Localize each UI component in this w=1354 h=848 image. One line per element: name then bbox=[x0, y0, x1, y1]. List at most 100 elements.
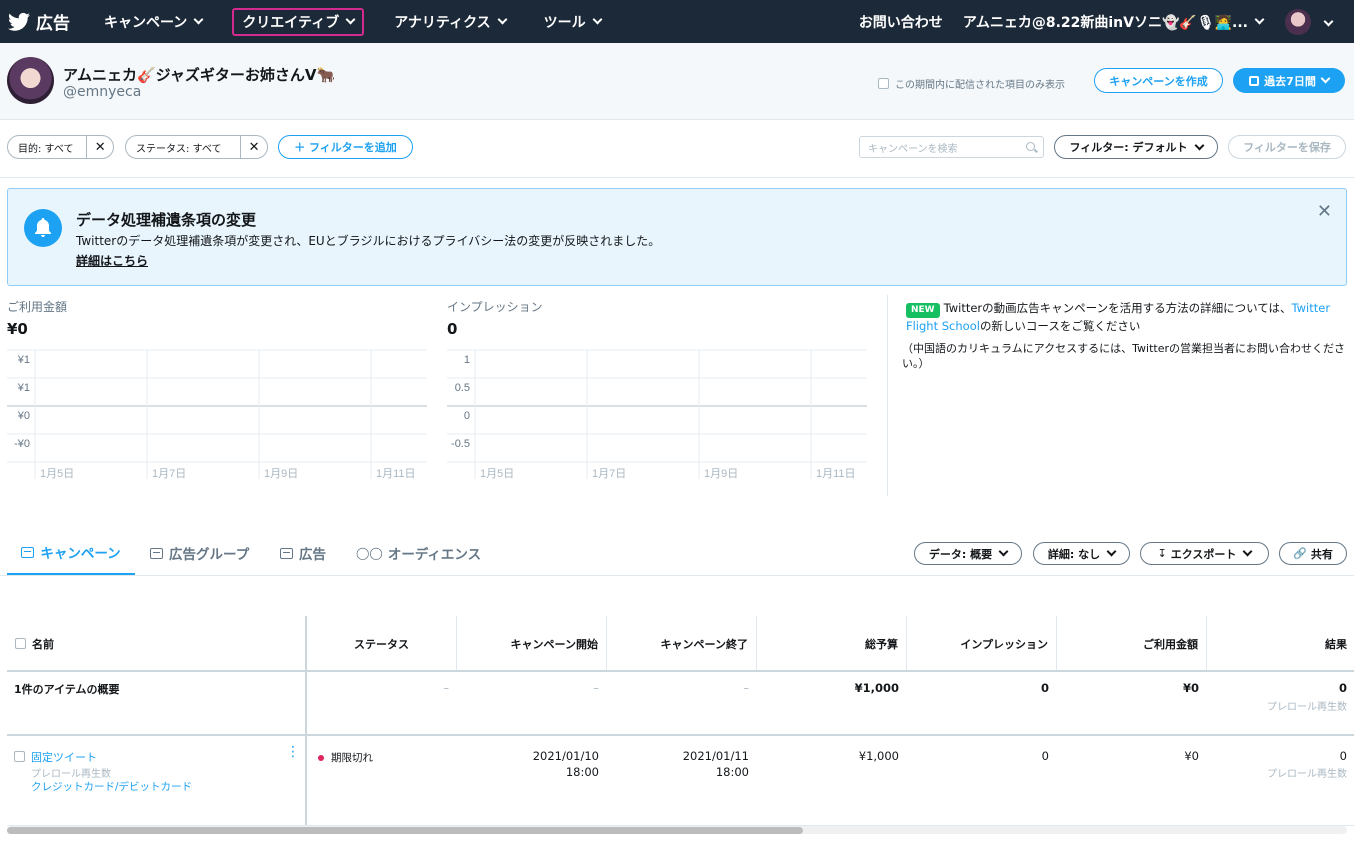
close-icon[interactable]: ✕ bbox=[241, 136, 267, 158]
end-date: 2021/01/11 bbox=[682, 749, 749, 763]
filter-bar: 目的: すべて ✕ ステータス: すべて ✕ ＋ フィルターを追加 キャンペーン… bbox=[0, 120, 1354, 178]
search-placeholder: キャンペーンを検索 bbox=[868, 143, 958, 155]
entity-tabs: キャンペーン 広告グループ 広告 ◯◯ オーディエンス データ: 概要 詳細: な… bbox=[0, 531, 1354, 576]
start-date: 2021/01/10 bbox=[532, 749, 599, 763]
account-switcher[interactable]: アムニェカ@8.22新曲inVソニ👻🎸🎙🧑‍💻... bbox=[962, 12, 1265, 32]
impressions-value: 0 bbox=[447, 320, 458, 338]
chevron-down-icon bbox=[998, 546, 1009, 557]
date-range-label: 過去7日間 bbox=[1264, 74, 1316, 88]
column-header-spend[interactable]: ご利用金額 bbox=[1057, 616, 1207, 671]
date-range-button[interactable]: 過去7日間 bbox=[1233, 68, 1345, 93]
tab-campaigns[interactable]: キャンペーン bbox=[7, 531, 135, 575]
tab-audiences-label: オーディエンス bbox=[387, 547, 482, 563]
save-filter-button[interactable]: フィルターを保存 bbox=[1228, 135, 1346, 159]
column-header-end[interactable]: キャンペーン終了 bbox=[607, 616, 757, 671]
chevron-down-icon bbox=[1242, 546, 1253, 557]
contact-link[interactable]: お問い合わせ bbox=[859, 12, 943, 32]
spend-value: ¥0 bbox=[7, 320, 28, 338]
column-header-status[interactable]: ステータス bbox=[307, 616, 457, 671]
row-impressions: 0 bbox=[1041, 749, 1049, 763]
campaign-name-link[interactable]: 固定ツイート bbox=[31, 749, 97, 765]
nav-tools-label: ツール bbox=[543, 14, 586, 31]
close-icon[interactable]: ✕ bbox=[87, 136, 113, 158]
funding-source-link[interactable]: クレジットカード/デビットカード bbox=[31, 779, 192, 794]
column-header-name[interactable]: 名前 bbox=[7, 616, 305, 671]
objective-filter-chip[interactable]: 目的: すべて ✕ bbox=[7, 135, 114, 159]
status-badge: 期限切れ bbox=[318, 750, 373, 765]
ad-group-icon bbox=[150, 547, 163, 559]
data-view-label: データ: 概要 bbox=[928, 547, 993, 561]
summary-end: – bbox=[743, 681, 749, 695]
checkbox[interactable] bbox=[878, 78, 889, 89]
select-all-checkbox[interactable] bbox=[15, 638, 26, 649]
column-header-results[interactable]: 結果 bbox=[1207, 616, 1354, 671]
nav-campaigns[interactable]: キャンペーン bbox=[96, 8, 210, 36]
column-header-start[interactable]: キャンペーン開始 bbox=[457, 616, 607, 671]
create-campaign-button[interactable]: キャンペーンを作成 bbox=[1094, 68, 1223, 93]
x-tick-label: 1月7日 bbox=[592, 468, 626, 480]
status-filter-chip[interactable]: ステータス: すべて ✕ bbox=[125, 135, 268, 159]
data-view-dropdown[interactable]: データ: 概要 bbox=[914, 542, 1022, 565]
nav-creatives-label: クリエイティブ bbox=[242, 14, 340, 31]
filter-default-label: フィルター: デフォルト bbox=[1069, 141, 1188, 154]
link-icon: 🔗 bbox=[1293, 547, 1307, 560]
y-tick-label: -0.5 bbox=[451, 438, 470, 450]
download-icon: ↧ bbox=[1157, 547, 1167, 560]
filter-default-dropdown[interactable]: フィルター: デフォルト bbox=[1054, 135, 1218, 159]
x-tick-label: 1月11日 bbox=[376, 468, 416, 480]
nav-tools[interactable]: ツール bbox=[536, 8, 609, 36]
y-tick-label: 1 bbox=[464, 354, 470, 366]
campaign-search-input[interactable]: キャンペーンを検索 bbox=[859, 136, 1044, 158]
end-time: 18:00 bbox=[715, 765, 749, 779]
tab-ads[interactable]: 広告 bbox=[280, 531, 326, 575]
promo-message: NEW Twitterの動画広告キャンペーンを活用する方法の詳細については、Twi… bbox=[906, 300, 1341, 334]
summary-label: 1件のアイテムの概要 bbox=[14, 683, 120, 696]
notice-learn-more-link[interactable]: 詳細はこちら bbox=[76, 252, 148, 269]
row-checkbox[interactable] bbox=[14, 751, 25, 762]
nav-creatives[interactable]: クリエイティブ bbox=[232, 7, 365, 36]
add-filter-button[interactable]: ＋ フィルターを追加 bbox=[278, 135, 413, 159]
divider bbox=[887, 295, 888, 496]
spend-chart: ¥1 ¥1 ¥0 -¥0 1月5日 1月7日 1月9日 1月11日 bbox=[7, 349, 427, 481]
account-switcher-label: アムニェカ@8.22新曲inVソニ👻🎸🎙🧑‍💻... bbox=[962, 14, 1248, 31]
people-icon: ◯◯ bbox=[356, 546, 383, 560]
row-results: 0 bbox=[1339, 749, 1347, 763]
period-only-checkbox[interactable]: この期間内に配信された項目のみ表示 bbox=[878, 76, 1065, 91]
summary-results: 0 bbox=[1338, 681, 1347, 695]
nav-analytics[interactable]: アナリティクス bbox=[386, 8, 513, 36]
x-tick-label: 1月5日 bbox=[40, 468, 74, 480]
row-spend: ¥0 bbox=[1184, 749, 1199, 763]
chevron-down-icon bbox=[345, 14, 356, 25]
tab-audiences[interactable]: ◯◯ オーディエンス bbox=[356, 531, 481, 575]
export-label: エクスポート bbox=[1170, 547, 1237, 561]
search-icon bbox=[1026, 142, 1035, 151]
chevron-down-icon bbox=[1254, 14, 1265, 25]
account-avatar bbox=[7, 57, 54, 104]
nav-campaigns-label: キャンペーン bbox=[104, 14, 188, 31]
promo-text-after: の新しいコースをご覧ください bbox=[979, 319, 1141, 333]
brand[interactable]: 広告 bbox=[8, 9, 70, 34]
chevron-down-icon[interactable] bbox=[1323, 16, 1334, 27]
objective-filter-label: 目的: すべて bbox=[8, 136, 88, 158]
breakdown-dropdown[interactable]: 詳細: なし bbox=[1033, 542, 1130, 565]
tab-ad-groups-label: 広告グループ bbox=[169, 547, 250, 563]
chevron-down-icon bbox=[497, 14, 508, 25]
share-button[interactable]: 🔗 共有 bbox=[1279, 542, 1347, 565]
x-tick-label: 1月5日 bbox=[480, 468, 514, 480]
summary-spend: ¥0 bbox=[1182, 681, 1199, 695]
export-dropdown[interactable]: ↧ エクスポート bbox=[1140, 542, 1269, 565]
account-header: アムニェカ🎸ジャズギターお姉さんV🐂 @emnyeca この期間内に配信された項… bbox=[0, 43, 1354, 120]
avatar[interactable] bbox=[1285, 8, 1311, 35]
tab-ads-label: 広告 bbox=[299, 547, 326, 563]
scrollbar-thumb[interactable] bbox=[7, 827, 803, 834]
notice-banner: データ処理補遺条項の変更 Twitterのデータ処理補遺条項が変更され、EUとブ… bbox=[7, 188, 1347, 286]
twitter-bird-icon bbox=[8, 12, 30, 31]
more-options-icon[interactable]: ⋮ bbox=[286, 745, 300, 759]
column-header-impressions[interactable]: インプレッション bbox=[907, 616, 1057, 671]
column-header-name-label: 名前 bbox=[32, 637, 54, 651]
tab-ad-groups[interactable]: 広告グループ bbox=[150, 531, 249, 575]
summary-budget: ¥1,000 bbox=[854, 681, 899, 695]
close-icon[interactable]: ✕ bbox=[1317, 201, 1332, 222]
share-label: 共有 bbox=[1310, 547, 1333, 561]
column-header-budget[interactable]: 総予算 bbox=[757, 616, 907, 671]
